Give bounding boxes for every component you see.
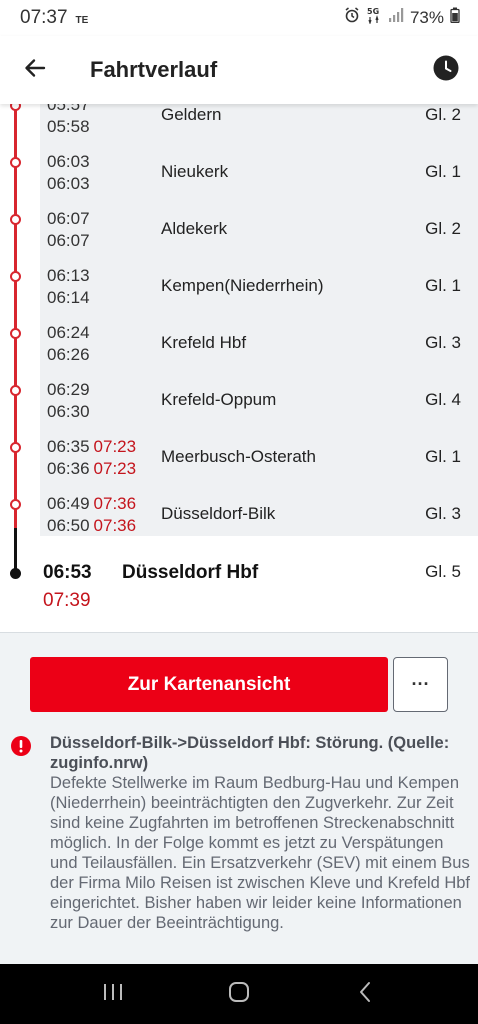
notice-body: Defekte Stellwerke im Raum Bedburg-Hau u… xyxy=(50,774,471,932)
station-name: Düsseldorf-Bilk xyxy=(161,504,276,523)
final-arrival-time: 06:53 xyxy=(43,562,92,583)
arrival-time: 06:13 xyxy=(47,266,90,285)
svg-text:5G: 5G xyxy=(367,7,379,16)
back-button[interactable] xyxy=(0,36,70,104)
page-title: Fahrtverlauf xyxy=(90,57,218,82)
status-carrier: TE xyxy=(75,15,89,26)
track-label: Gl. 3 xyxy=(425,504,461,523)
track-label: Gl. 3 xyxy=(425,333,461,352)
final-station-name: Düsseldorf Hbf xyxy=(122,562,259,583)
track-label: Gl. 1 xyxy=(425,276,461,295)
stop-dot xyxy=(10,328,21,339)
recent-apps-button[interactable] xyxy=(83,964,143,1024)
stop-dot xyxy=(10,271,21,282)
battery-percent: 73% xyxy=(409,8,444,27)
station-name: Aldekerk xyxy=(161,219,228,238)
departure-time: 06:50 xyxy=(47,516,90,535)
list-item[interactable]: 06:49 07:36 06:50 07:36 Düsseldorf-Bilk Gl… xyxy=(0,493,478,550)
warning-icon xyxy=(11,736,31,756)
more-dots-icon: ··· xyxy=(411,674,430,694)
track-label: Gl. 4 xyxy=(425,390,461,409)
station-name: Geldern xyxy=(161,105,222,124)
stop-dot xyxy=(10,157,21,168)
departure-time: 06:36 xyxy=(47,459,90,478)
arrival-time: 06:24 xyxy=(47,323,90,342)
stop-dot xyxy=(10,214,21,225)
track-label: Gl. 1 xyxy=(425,447,461,466)
details-section: Zur Kartenansicht ··· Düsseldorf-Bilk->D… xyxy=(0,632,478,964)
track-label: Gl. 2 xyxy=(425,219,461,238)
disruption-notice: Düsseldorf-Bilk->Düsseldorf Hbf: Störung… xyxy=(50,733,470,933)
arrival-time: 06:49 xyxy=(47,494,90,513)
final-stop-dot xyxy=(10,568,21,579)
departure-time: 06:26 xyxy=(47,345,90,364)
status-time: 07:37 xyxy=(20,7,68,28)
network-5g-icon: 5G xyxy=(366,6,382,30)
final-track-label: Gl. 5 xyxy=(425,562,461,581)
map-view-button[interactable]: Zur Kartenansicht xyxy=(30,657,388,712)
chevron-left-icon xyxy=(357,981,373,1008)
list-item[interactable]: 06:13 06:14 Kempen(Niederrhein) Gl. 1 xyxy=(0,265,478,322)
status-bar: 07:37 TE 5G 73% xyxy=(0,0,478,36)
station-name: Kempen(Niederrhein) xyxy=(161,276,324,295)
departure-time: 05:58 xyxy=(47,117,90,136)
departure-delay: 07:36 xyxy=(93,516,137,535)
notice-title: Düsseldorf-Bilk->Düsseldorf Hbf: Störung… xyxy=(50,734,450,772)
station-name: Krefeld-Oppum xyxy=(161,390,277,409)
track-label: Gl. 1 xyxy=(425,162,461,181)
recent-apps-icon xyxy=(102,982,124,1007)
list-item[interactable]: 06:03 06:03 Nieukerk Gl. 1 xyxy=(0,151,478,208)
station-name: Krefeld Hbf xyxy=(161,333,247,352)
signal-icon xyxy=(388,7,404,29)
final-stop[interactable]: 06:53 07:39 Düsseldorf Hbf Gl. 5 xyxy=(0,556,478,626)
departure-time: 06:03 xyxy=(47,174,90,193)
final-arrival-delay: 07:39 xyxy=(43,590,91,611)
arrival-time: 06:35 xyxy=(47,437,90,456)
list-item[interactable]: 06:35 07:23 06:36 07:23 Meerbusch-Osterath… xyxy=(0,436,478,493)
stop-dot xyxy=(10,499,21,510)
alarm-icon xyxy=(344,7,360,29)
back-arrow-icon xyxy=(23,56,47,85)
list-item[interactable]: 05:57 05:58 Geldern Gl. 2 xyxy=(0,96,478,151)
arrival-time: 06:29 xyxy=(47,380,90,399)
track-label: Gl. 2 xyxy=(425,105,461,124)
home-icon xyxy=(228,981,250,1008)
departure-time: 06:07 xyxy=(47,231,90,250)
arrival-delay: 07:23 xyxy=(93,437,137,456)
clock-icon xyxy=(433,55,459,86)
departure-delay: 07:23 xyxy=(93,459,137,478)
departure-time: 06:14 xyxy=(47,288,90,307)
stop-dot xyxy=(10,385,21,396)
list-item[interactable]: 06:07 06:07 Aldekerk Gl. 2 xyxy=(0,208,478,265)
battery-icon xyxy=(450,7,460,29)
list-item[interactable]: 06:29 06:30 Krefeld-Oppum Gl. 4 xyxy=(0,379,478,436)
arrival-time: 06:07 xyxy=(47,209,90,228)
list-item[interactable]: 06:24 06:26 Krefeld Hbf Gl. 3 xyxy=(0,322,478,379)
departure-time: 06:30 xyxy=(47,402,90,421)
arrival-delay: 07:36 xyxy=(93,494,137,513)
more-options-button[interactable]: ··· xyxy=(393,657,448,712)
stop-dot xyxy=(10,442,21,453)
arrival-time: 06:03 xyxy=(47,152,90,171)
home-button[interactable] xyxy=(209,964,269,1024)
journey-list[interactable]: 05:57 05:58 Geldern Gl. 2 06:03 06:03 Ni… xyxy=(0,96,478,632)
station-name: Meerbusch-Osterath xyxy=(161,447,316,466)
back-nav-button[interactable] xyxy=(335,964,395,1024)
system-nav-bar xyxy=(0,964,478,1024)
station-name: Nieukerk xyxy=(161,162,229,181)
app-bar: Fahrtverlauf xyxy=(0,36,478,104)
schedule-button[interactable] xyxy=(414,36,478,104)
